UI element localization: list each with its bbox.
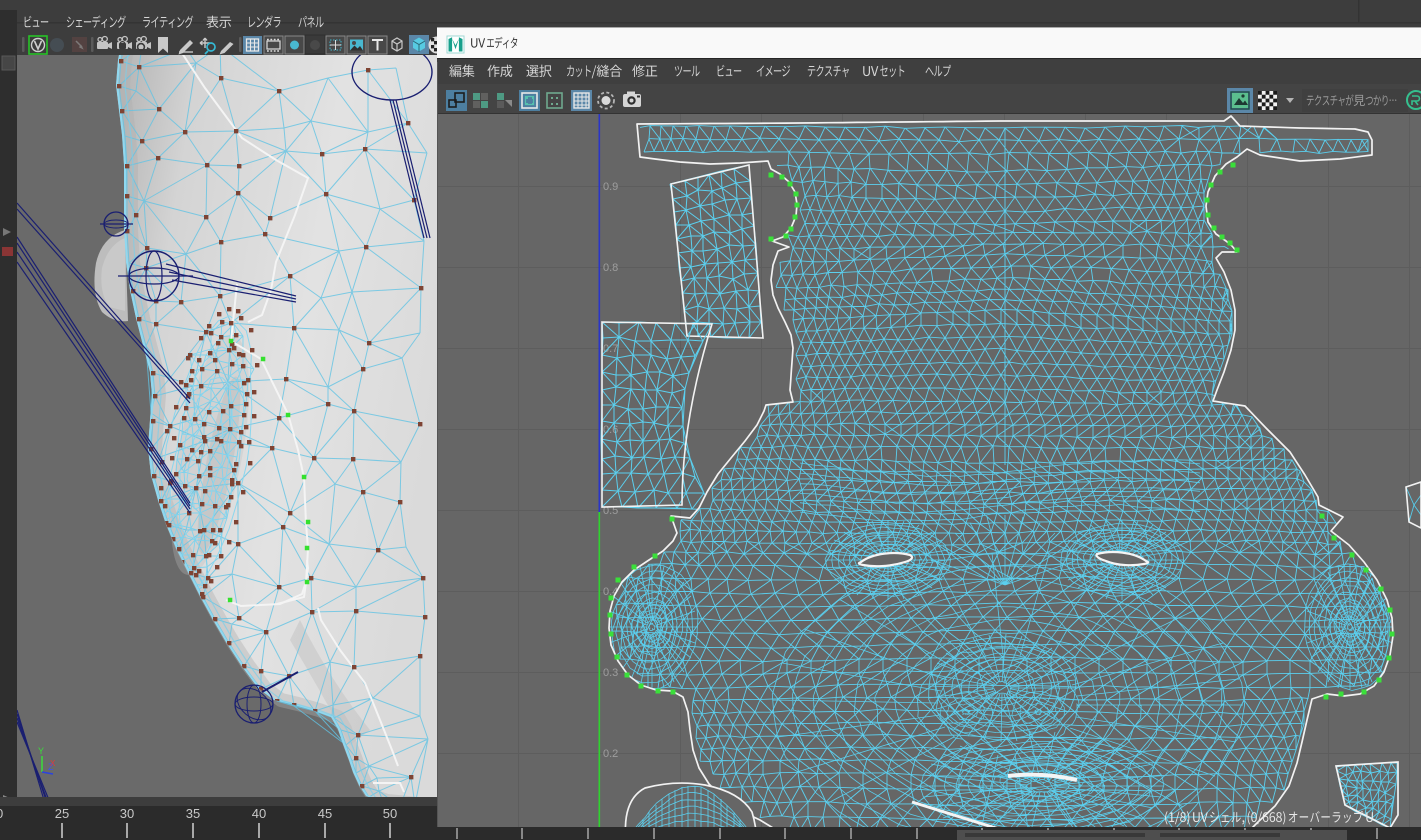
- svg-text:Y: Y: [38, 746, 44, 756]
- svg-text:25: 25: [55, 806, 69, 821]
- svg-text:45: 45: [318, 806, 332, 821]
- svg-text:30: 30: [120, 806, 134, 821]
- svg-text:20: 20: [0, 806, 3, 821]
- svg-text:0.8: 0.8: [603, 262, 618, 274]
- svg-text:0.2: 0.2: [603, 748, 618, 760]
- svg-text:0.7: 0.7: [603, 343, 618, 355]
- svg-text:X: X: [50, 759, 56, 768]
- svg-text:0.3: 0.3: [603, 667, 618, 679]
- svg-text:35: 35: [186, 806, 200, 821]
- svg-text:0.9: 0.9: [603, 181, 618, 193]
- svg-text:50: 50: [383, 806, 397, 821]
- svg-text:40: 40: [252, 806, 266, 821]
